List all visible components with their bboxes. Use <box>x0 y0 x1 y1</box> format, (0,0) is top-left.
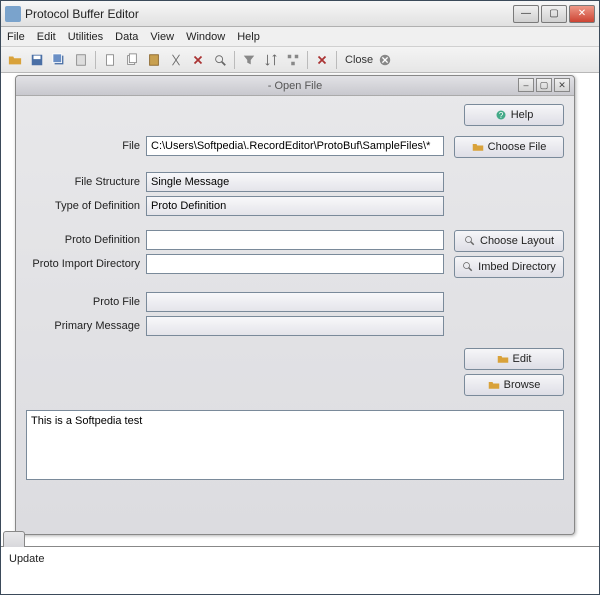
inner-minimize-button[interactable]: – <box>518 78 534 92</box>
menu-file[interactable]: File <box>7 31 25 43</box>
filter-icon[interactable] <box>239 50 259 70</box>
svg-text:?: ? <box>498 111 503 120</box>
browse-button[interactable]: Browse <box>464 374 564 396</box>
type-of-definition-select[interactable]: Proto Definition <box>146 196 444 216</box>
choose-file-button[interactable]: Choose File <box>454 136 564 158</box>
primary-message-select[interactable] <box>146 316 444 336</box>
choose-layout-label: Choose Layout <box>480 235 554 247</box>
menu-utilities[interactable]: Utilities <box>68 31 103 43</box>
inner-maximize-button[interactable]: ▢ <box>536 78 552 92</box>
tool-icon[interactable] <box>312 50 332 70</box>
menu-data[interactable]: Data <box>115 31 138 43</box>
folder-open-icon <box>488 379 500 391</box>
choose-file-label: Choose File <box>488 141 547 153</box>
window-title: Protocol Buffer Editor <box>25 7 513 21</box>
tree-icon[interactable] <box>283 50 303 70</box>
search-icon <box>462 261 474 273</box>
folder-icon <box>472 141 484 153</box>
maximize-button[interactable]: ▢ <box>541 5 567 23</box>
browse-button-label: Browse <box>504 379 541 391</box>
inner-close-button[interactable]: ✕ <box>554 78 570 92</box>
primary-message-label: Primary Message <box>26 320 146 332</box>
imbed-directory-button[interactable]: Imbed Directory <box>454 256 564 278</box>
status-panel: Update <box>1 546 599 594</box>
menubar: File Edit Utilities Data View Window Hel… <box>1 27 599 47</box>
type-of-definition-label: Type of Definition <box>26 200 146 212</box>
toolbar-close-label[interactable]: Close <box>345 54 373 66</box>
menu-window[interactable]: Window <box>186 31 225 43</box>
delete-icon[interactable] <box>188 50 208 70</box>
proto-definition-input[interactable] <box>146 230 444 250</box>
paste-icon[interactable] <box>144 50 164 70</box>
file-structure-label: File Structure <box>26 176 146 188</box>
status-tab[interactable] <box>3 531 25 547</box>
copy-icon[interactable] <box>122 50 142 70</box>
close-doc-icon[interactable] <box>375 50 395 70</box>
help-icon: ? <box>495 109 507 121</box>
minimize-button[interactable]: — <box>513 5 539 23</box>
find-icon[interactable] <box>210 50 230 70</box>
proto-import-dir-label: Proto Import Directory <box>26 258 146 270</box>
save-all-icon[interactable] <box>49 50 69 70</box>
help-button-label: Help <box>511 109 534 121</box>
help-button[interactable]: ? Help <box>464 104 564 126</box>
status-content: Update <box>1 547 599 571</box>
proto-file-label: Proto File <box>26 296 146 308</box>
folder-open-icon <box>497 353 509 365</box>
app-window: Protocol Buffer Editor — ▢ ✕ File Edit U… <box>0 0 600 595</box>
close-button[interactable]: ✕ <box>569 5 595 23</box>
menu-help[interactable]: Help <box>237 31 260 43</box>
file-structure-select[interactable]: Single Message <box>146 172 444 192</box>
menu-edit[interactable]: Edit <box>37 31 56 43</box>
proto-file-select[interactable] <box>146 292 444 312</box>
open-icon[interactable] <box>5 50 25 70</box>
cut-icon[interactable] <box>166 50 186 70</box>
proto-definition-label: Proto Definition <box>26 234 146 246</box>
file-input[interactable] <box>146 136 444 156</box>
app-icon <box>5 6 21 22</box>
save-icon[interactable] <box>27 50 47 70</box>
edit-button-label: Edit <box>513 353 532 365</box>
choose-layout-button[interactable]: Choose Layout <box>454 230 564 252</box>
export-icon[interactable] <box>71 50 91 70</box>
search-icon <box>464 235 476 247</box>
inner-title: - Open File <box>268 80 322 92</box>
open-file-window: - Open File – ▢ ✕ ? Help File <box>15 75 575 535</box>
proto-import-dir-input[interactable] <box>146 254 444 274</box>
notes-textarea[interactable] <box>26 410 564 480</box>
menu-view[interactable]: View <box>150 31 174 43</box>
imbed-directory-label: Imbed Directory <box>478 261 556 273</box>
file-label: File <box>26 140 146 152</box>
sort-icon[interactable] <box>261 50 281 70</box>
inner-titlebar[interactable]: - Open File – ▢ ✕ <box>16 76 574 96</box>
titlebar[interactable]: Protocol Buffer Editor — ▢ ✕ <box>1 1 599 27</box>
edit-button[interactable]: Edit <box>464 348 564 370</box>
toolbar: Close <box>1 47 599 73</box>
new-icon[interactable] <box>100 50 120 70</box>
